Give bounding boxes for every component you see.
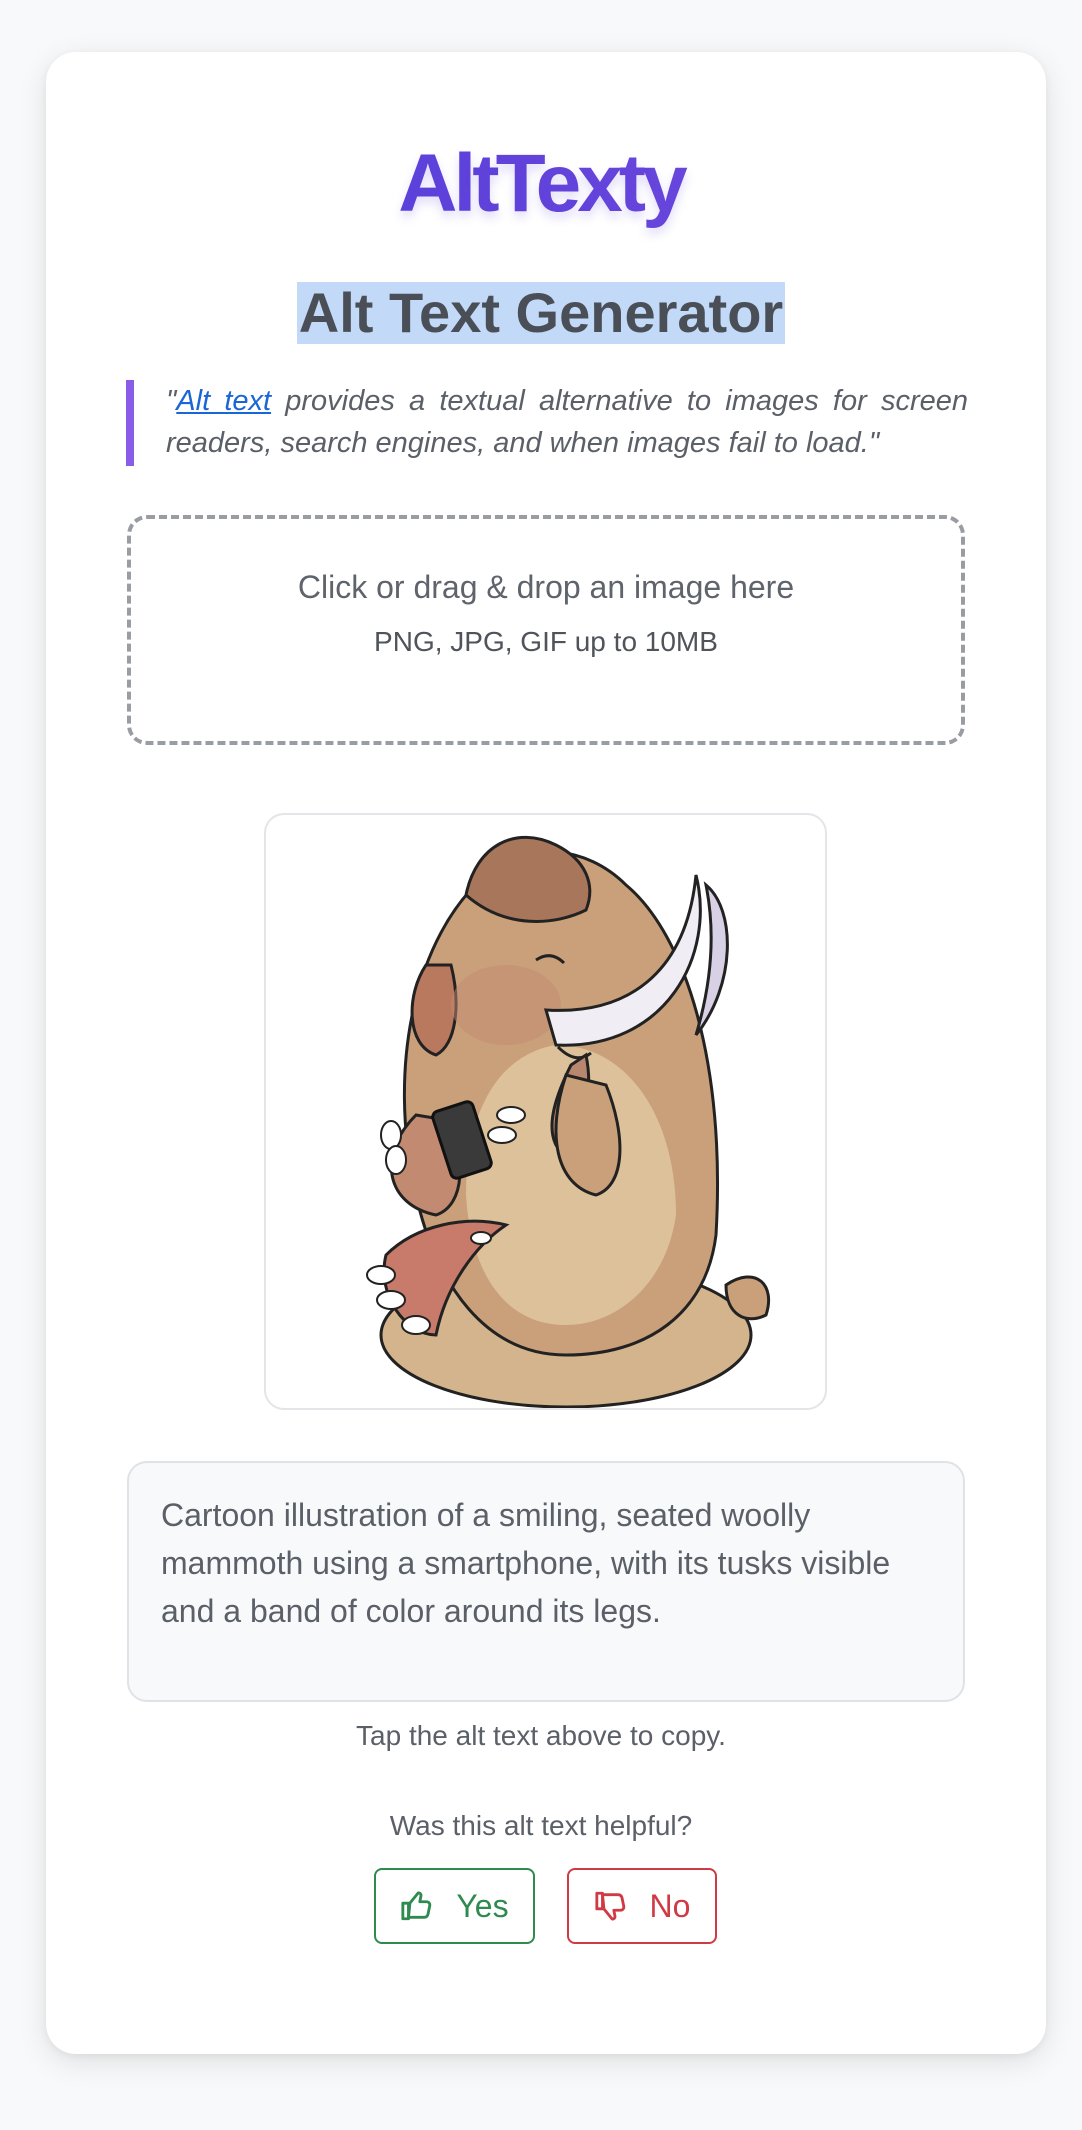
page-title: Alt Text Generator	[296, 281, 786, 344]
no-button[interactable]: No	[567, 1868, 717, 1944]
image-preview	[264, 813, 827, 1410]
yes-button-label: Yes	[456, 1887, 509, 1924]
image-upload-dropzone[interactable]: Click or drag & drop an image here PNG, …	[127, 515, 965, 745]
thumbs-down-icon	[594, 1889, 628, 1923]
mammoth-illustration	[366, 835, 771, 1408]
quote-open-mark: "	[166, 385, 177, 417]
feedback-question: Was this alt text helpful?	[389, 1810, 693, 1841]
quote-body: provides a textual alternative to images…	[166, 385, 968, 459]
thumbs-up-icon	[400, 1889, 434, 1923]
app-logo: AltTexty	[0, 136, 1082, 232]
page-title-wrap: Alt Text Generator	[0, 282, 1082, 344]
intro-quote: "Alt text provides a textual alternative…	[126, 380, 968, 466]
dropzone-instruction: Click or drag & drop an image here	[297, 569, 795, 605]
no-button-label: No	[649, 1887, 691, 1924]
alt-text-link[interactable]: Alt text	[176, 385, 271, 417]
yes-button[interactable]: Yes	[374, 1868, 535, 1944]
dropzone-file-types: PNG, JPG, GIF up to 10MB	[374, 626, 718, 657]
generated-alt-text[interactable]: Cartoon illustration of a smiling, seate…	[127, 1461, 965, 1702]
copy-hint: Tap the alt text above to copy.	[356, 1720, 726, 1751]
